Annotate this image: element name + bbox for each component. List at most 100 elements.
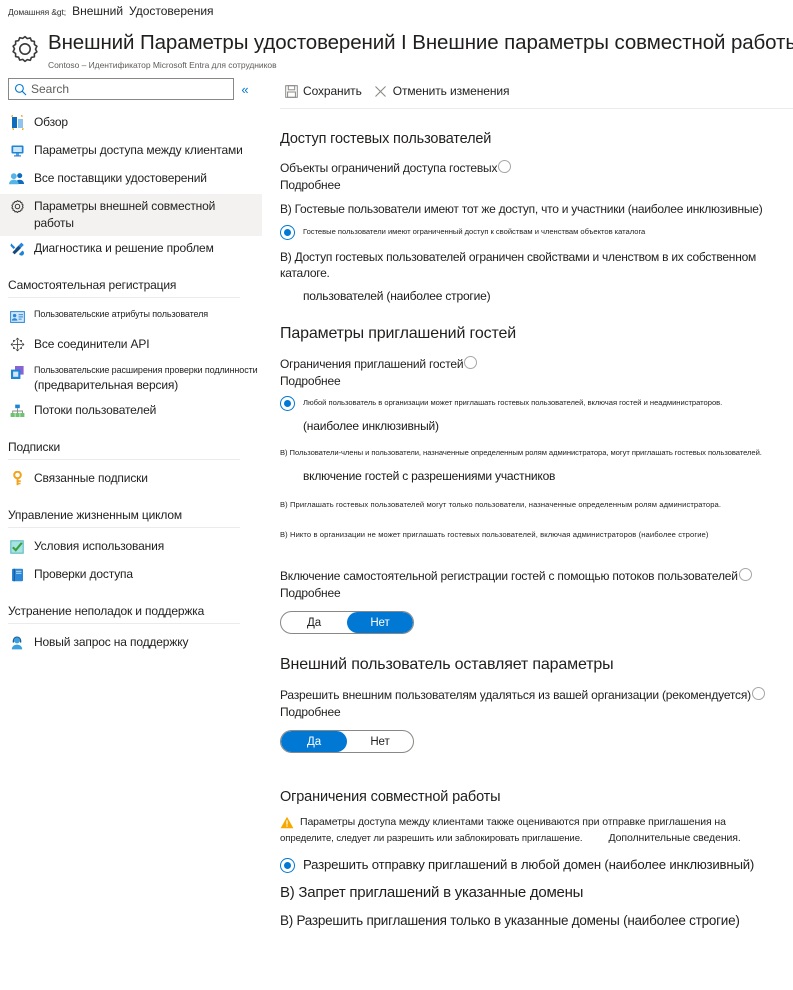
breadcrumb-item-0[interactable]: Внешний [72,4,123,18]
info-icon[interactable] [464,356,478,369]
toggle-option-no[interactable]: Нет [347,731,413,752]
section-external-user-leave: Внешний пользователь оставляет параметры… [270,656,793,753]
breadcrumb-home[interactable]: Домашняя &gt; [8,7,66,17]
info-icon[interactable] [751,687,765,700]
search-input[interactable] [31,82,233,96]
sidebar-item-all-api-connectors[interactable]: Все соединители API [0,332,262,360]
breadcrumb-item-1[interactable]: Удостоверения [129,4,214,18]
sidebar-group-self-service: Самостоятельная регистрация [0,278,262,298]
save-button[interactable]: Сохранить [280,82,366,100]
info-icon[interactable] [738,568,752,581]
divider [8,623,240,624]
learn-more-link[interactable]: Подробнее [280,374,785,388]
discard-changes-label: Отменить изменения [392,84,510,98]
sidebar-item-linked-subscriptions[interactable]: Связанные подписки [0,466,262,494]
learn-more-link[interactable]: Подробнее [280,178,785,192]
gear-icon [8,32,42,66]
sidebar-search-row: « [0,78,262,100]
section-self-service-signup: Включение самостоятельной регистрации го… [270,543,793,634]
divider [8,297,240,298]
sidebar-item-label: Связанные подписки [34,471,148,485]
people-icon [8,170,26,187]
sidebar-item-external-collaboration-settings[interactable]: Параметры внешней совместной работы [0,194,262,236]
toggle-option-yes[interactable]: Да [281,731,347,752]
overview-icon [8,114,26,131]
sidebar-group-title: Устранение неполадок и поддержка [8,604,205,618]
learn-more-link[interactable]: Дополнительные сведения. [609,832,741,844]
page-subtitle: Contoso – Идентификатор Microsoft Entra … [48,60,277,70]
radio-option-members-and-admins-cont: включение гостей с разрешениями участник… [303,469,556,483]
learn-more-link[interactable]: Подробнее [280,705,785,719]
collapse-sidebar-button[interactable]: « [234,78,256,100]
radio-option-no-one-can-invite[interactable]: B) Никто в организации не может приглаша… [280,527,785,543]
radio-option-admins-only[interactable]: B) Приглашать гостевых пользователей мог… [280,497,785,513]
page-header: Внешний Параметры удостоверений I Внешни… [0,20,793,74]
warning-message: Параметры доступа между клиентами также … [280,815,785,844]
sidebar-item-custom-auth-extensions[interactable]: Пользовательские расширения проверки под… [0,360,262,398]
save-icon [284,84,298,98]
field-label-text: Разрешить внешним пользователям удалятьс… [280,688,751,702]
radio-option-label: Любой пользователь в организации может п… [303,398,723,407]
sidebar-group-items-lifecycle: Условия использования Проверки доступа [0,534,262,590]
radio-selected-icon [280,858,295,873]
toggle-option-no[interactable]: Нет [347,612,413,633]
connector-icon [8,336,26,353]
book-icon [8,566,26,583]
sidebar-group-title: Управление жизненным циклом [8,508,183,522]
section-guest-invite: Параметры приглашений гостей Ограничения… [270,325,793,543]
radio-option-members-and-admins[interactable]: B) Пользователи-члены и пользователи, на… [280,445,785,461]
divider [8,527,240,528]
field-label-text: Ограничения приглашений гостей [280,357,464,371]
sidebar-item-user-flows[interactable]: Потоки пользователей [0,398,262,426]
breadcrumb: Домашняя &gt; Внешний Удостоверения [0,0,793,20]
radio-option-deny-specified-domains[interactable]: B) Запрет приглашений в указанные домены [280,883,785,903]
support-agent-icon [8,634,26,651]
sidebar-item-all-identity-providers[interactable]: Все поставщики удостоверений [0,166,262,194]
sidebar-group-title: Самостоятельная регистрация [8,278,177,292]
section-heading: Внешний пользователь оставляет параметры [280,656,614,673]
self-service-signup-toggle[interactable]: Да Нет [280,611,414,634]
page-title: Внешний Параметры удостоверений I Внешни… [48,31,793,54]
discard-changes-button[interactable]: Отменить изменения [370,82,514,100]
sidebar-nav-list: Обзор Параметры доступа между клиентами [0,110,262,264]
sidebar-item-label: Условия использования [34,539,165,553]
radio-selected-icon [280,396,295,411]
field-label-text: Включение самостоятельной регистрации го… [280,569,738,583]
save-button-label: Сохранить [303,84,362,98]
sidebar-item-new-support-request[interactable]: Новый запрос на поддержку [0,630,262,658]
sidebar-item-label: Потоки пользователей [34,403,157,417]
sidebar-group-items-self-service: Пользовательские атрибуты пользователя В… [0,304,262,426]
info-icon[interactable] [498,160,512,173]
warning-text-line1: Параметры доступа между клиентами также … [300,816,726,828]
field-label: Ограничения приглашений гостей [280,355,478,371]
sidebar-item-label: Все соединители API [34,337,150,351]
close-icon [374,84,388,98]
gear-icon [8,198,26,215]
sidebar-item-custom-user-attributes[interactable]: Пользовательские атрибуты пользователя [0,304,262,332]
sidebar-item-diagnose-and-solve[interactable]: Диагностика и решение проблем [0,236,262,264]
monitor-icon [8,142,26,159]
toggle-option-yes[interactable]: Да [281,612,347,633]
radio-option-guest-same-as-members[interactable]: B) Гостевые пользователи имеют тот же до… [280,201,785,217]
radio-option-allow-any-domain-selected[interactable]: Разрешить отправку приглашений в любой д… [280,857,785,873]
radio-option-anyone-can-invite-cont: (наиболее инклюзивный) [303,419,439,433]
radio-option-anyone-can-invite-selected[interactable]: Любой пользователь в организации может п… [280,395,785,411]
search-box[interactable] [8,78,234,100]
sidebar-item-label: Все поставщики удостоверений [34,171,207,185]
warning-icon [280,816,294,829]
checkbox-icon [8,538,26,555]
sidebar-item-cross-tenant-access[interactable]: Параметры доступа между клиентами [0,138,262,166]
radio-option-allow-specified-domains[interactable]: B) Разрешить приглашения только в указан… [280,911,785,931]
sidebar-item-overview[interactable]: Обзор [0,110,262,138]
radio-option-guest-most-restrictive[interactable]: B) Доступ гостевых пользователей огранич… [280,249,785,281]
learn-more-link[interactable]: Подробнее [280,586,785,600]
sidebar-item-access-reviews[interactable]: Проверки доступа [0,562,262,590]
radio-option-guest-limited-selected[interactable]: Гостевые пользователи имеют ограниченный… [280,224,785,240]
sidebar-group-items-troubleshooting: Новый запрос на поддержку [0,630,262,658]
field-label: Объекты ограничений доступа гостевых [280,159,512,175]
search-icon [9,83,31,96]
sidebar-item-label: Пользовательские расширения проверки под… [34,364,258,394]
external-user-leave-toggle[interactable]: Да Нет [280,730,414,753]
sidebar-item-terms-of-use[interactable]: Условия использования [0,534,262,562]
field-label-text: Объекты ограничений доступа гостевых [280,161,498,175]
